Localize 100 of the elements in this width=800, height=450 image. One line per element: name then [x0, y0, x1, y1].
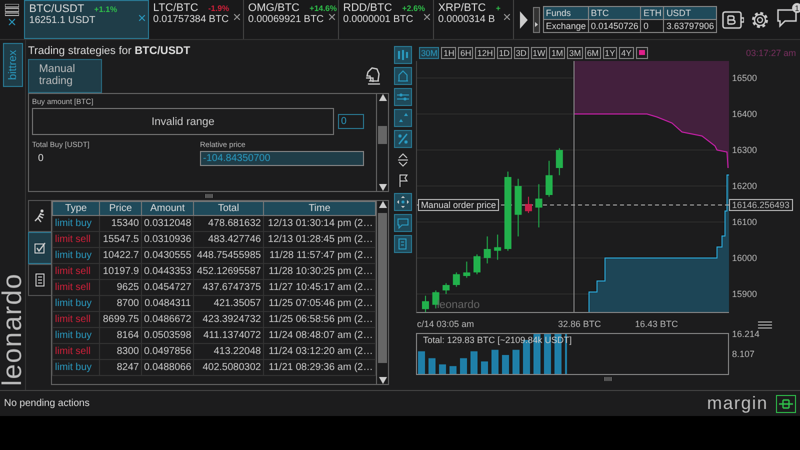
flag-icon[interactable] [636, 47, 648, 59]
chess-knight-icon[interactable] [363, 66, 383, 86]
resize-handle-icon[interactable] [604, 377, 612, 381]
comment-tool[interactable] [394, 214, 412, 232]
move-icon [397, 196, 410, 208]
table-cell: 8164 [100, 328, 142, 344]
price-change: + [496, 4, 501, 13]
price-tick: 16400 [732, 109, 757, 119]
checkbox-icon [34, 242, 46, 254]
table-cell: 0.0488066 [142, 360, 194, 376]
table-cell: 0.0312048 [142, 216, 194, 232]
bars-icon [397, 49, 410, 61]
document-icon [397, 238, 410, 250]
scatter-tool[interactable] [394, 109, 412, 127]
ticker-tab[interactable]: OMG/BTC +14.6% 0.00069921 BTC [244, 0, 340, 39]
timeframe-button[interactable]: 30M [418, 47, 440, 59]
ticker-price: 0.00069921 BTC [248, 14, 324, 25]
table-cell: 0.0486672 [142, 312, 194, 328]
wallet-icon[interactable] [722, 10, 744, 30]
timeframe-button[interactable]: 3D [514, 47, 529, 59]
amount-input[interactable]: 0 [338, 114, 364, 129]
column-header[interactable]: Price [100, 202, 142, 216]
order-type: limit sell [52, 232, 100, 248]
flag-icon[interactable] [397, 174, 410, 188]
right-arrow-icon[interactable] [519, 10, 529, 30]
house-tool[interactable] [394, 67, 412, 85]
funds-cell: 3.63797906 [664, 20, 716, 32]
ticker-tab[interactable]: RDD/BTC +2.6% 0.0000001 BTC [339, 0, 434, 39]
candle [556, 148, 563, 176]
price-change: +1.1% [94, 5, 118, 14]
timeframe-button[interactable]: 1M [549, 47, 566, 59]
close-icon[interactable] [424, 14, 430, 20]
triangles-icon [397, 112, 410, 124]
ticker-tab[interactable]: LTC/BTC -1.9% 0.01757384 BTC [149, 0, 244, 39]
timeframe-button[interactable]: 1H [441, 47, 456, 59]
table-cell: 0.0454727 [142, 280, 194, 296]
timeframe-button[interactable]: 1Y [602, 47, 618, 59]
menu-icon[interactable] [758, 321, 772, 329]
panel-title: Trading strategies for BTC/USDT [28, 44, 192, 59]
table-cell: 423.3924732 [194, 312, 264, 328]
volume-tick: 16.214 [732, 329, 760, 339]
timeframe-button[interactable]: 6H [458, 47, 474, 59]
order-type: limit buy [52, 216, 100, 232]
table-cell: 0.0443353 [142, 264, 194, 280]
expand-vertical-icon[interactable] [397, 153, 410, 167]
column-header[interactable]: Amount [142, 202, 194, 216]
table-cell: 483.427746 [194, 232, 264, 248]
move-tool[interactable] [394, 193, 412, 211]
table-cell: 448.75455985 [194, 248, 264, 264]
close-icon[interactable] [329, 14, 336, 20]
pair-name: XRP/BTC [438, 2, 486, 14]
timeframe-button[interactable]: 12H [475, 47, 495, 59]
candlestick-tool[interactable] [394, 46, 412, 64]
price-tick: 16500 [732, 73, 757, 83]
total-value: 0 [37, 153, 45, 164]
timeframe-button[interactable]: 4Y [619, 47, 634, 59]
funds-cell: 0 [640, 20, 664, 32]
pair-name: OMG/BTC [248, 2, 300, 14]
timeframe-button[interactable]: 6M [584, 47, 601, 59]
column-header[interactable]: Type [52, 202, 100, 216]
close-icon[interactable] [504, 14, 510, 20]
scroll-up-icon[interactable] [378, 201, 386, 208]
scrollbar-thumb[interactable] [378, 126, 387, 144]
timeframe-button[interactable]: 1W [530, 47, 548, 59]
table-cell: 10197.9 [100, 264, 142, 280]
strategy-tab[interactable]: Manual trading [28, 59, 102, 93]
side-tab[interactable] [28, 264, 51, 296]
menu-icon[interactable] [5, 4, 20, 16]
sliders-icon [397, 91, 410, 103]
candle [494, 234, 502, 260]
close-icon[interactable] [234, 14, 240, 20]
table-cell: 0.0310936 [142, 232, 194, 248]
price-tick: 16200 [732, 181, 757, 191]
ticker-tab[interactable]: XRP/BTC + 0.0000314 B [434, 0, 514, 39]
funds-header: USDT [664, 6, 716, 20]
close-icon[interactable] [139, 15, 146, 21]
timeframe-button[interactable]: 3M [567, 47, 583, 59]
depth-label: 32.86 BTC [558, 319, 601, 329]
table-cell: 11/25 07:05:46 pm (2… [264, 296, 376, 312]
column-header[interactable]: Total [194, 202, 264, 216]
scroll-up-icon[interactable] [378, 94, 386, 101]
column-header[interactable]: Time [264, 202, 376, 216]
side-tab[interactable] [28, 232, 51, 264]
resize-handle-icon[interactable] [204, 194, 212, 198]
document-tool[interactable] [394, 235, 412, 253]
ticker-tab[interactable]: BTC/USDT +1.1% 16251.1 USDT [24, 0, 150, 39]
range-warning-box: Invalid range [32, 108, 334, 135]
relative-price-input[interactable]: -104.84350700 [200, 151, 364, 166]
scroll-down-icon[interactable] [378, 184, 386, 191]
candle [524, 196, 532, 214]
connection-icon[interactable] [776, 394, 796, 412]
close-icon[interactable] [8, 18, 16, 26]
scrollbar-thumb[interactable] [378, 213, 387, 363]
scroll-down-icon[interactable] [378, 377, 386, 384]
line-tool[interactable] [394, 88, 412, 106]
order-type: limit sell [52, 264, 100, 280]
table-cell: 0.0484311 [142, 296, 194, 312]
timeframe-button[interactable]: 1D [496, 47, 512, 59]
exchange-tab[interactable]: bittrex [2, 43, 22, 87]
percent-tool[interactable] [394, 130, 412, 148]
